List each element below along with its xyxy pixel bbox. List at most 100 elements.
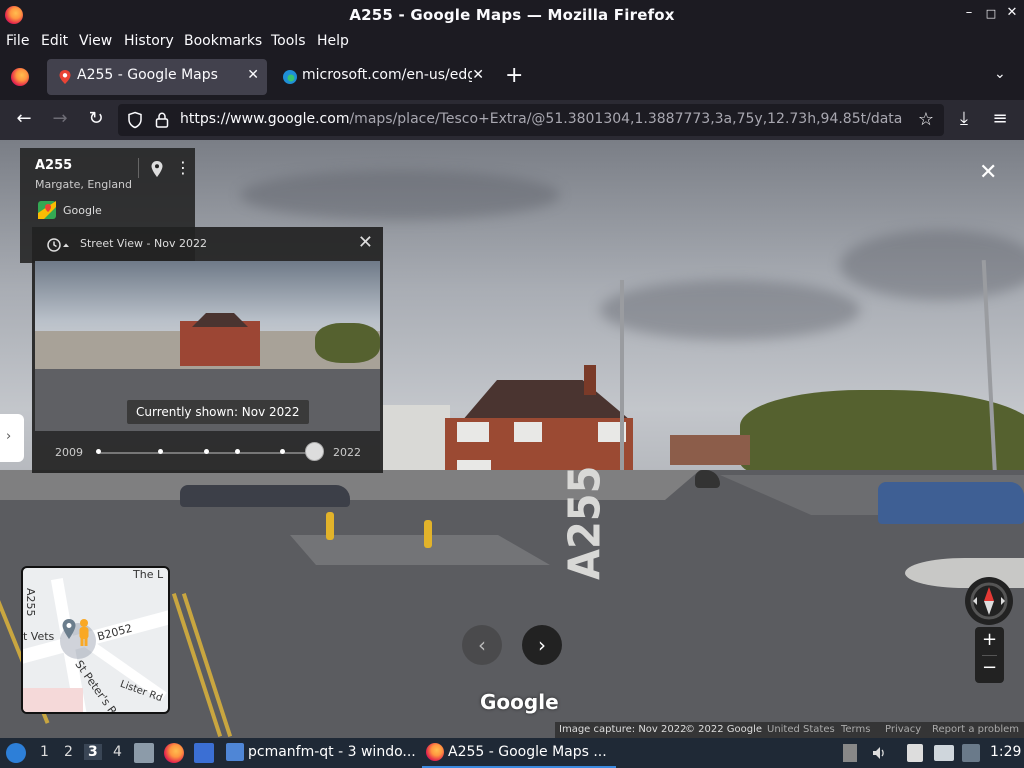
google-logo: Google bbox=[480, 690, 559, 714]
tab-close-button[interactable]: ✕ bbox=[472, 67, 484, 83]
compass-button[interactable] bbox=[965, 577, 1013, 625]
minimap[interactable]: The L A255 t Vets B2052 St Peter's R Lis… bbox=[21, 566, 170, 714]
tab-strip: A255 - Google Maps ✕ microsoft.com/en-us… bbox=[0, 54, 1024, 100]
start-menu-icon[interactable] bbox=[6, 743, 26, 763]
back-button[interactable]: ← bbox=[12, 108, 36, 129]
house-roof bbox=[462, 380, 630, 420]
firefox-icon bbox=[426, 743, 444, 761]
task-firefox[interactable]: A255 - Google Maps ... bbox=[422, 738, 616, 768]
desktop-icon[interactable] bbox=[194, 743, 214, 763]
menu-help[interactable]: Help bbox=[317, 33, 349, 49]
lamp-post bbox=[620, 280, 624, 495]
terms-link[interactable]: Terms bbox=[841, 724, 870, 735]
timeline-start-year: 2009 bbox=[55, 446, 83, 459]
task-label: pcmanfm-qt - 3 windo... bbox=[248, 744, 416, 760]
tracking-protection-shield-icon[interactable] bbox=[126, 111, 144, 129]
report-problem-link[interactable]: Report a problem bbox=[932, 724, 1019, 735]
menu-view[interactable]: View bbox=[79, 33, 112, 49]
thumbnail-red-house bbox=[180, 321, 260, 366]
lock-icon[interactable] bbox=[154, 111, 170, 129]
firefox-launcher-icon[interactable] bbox=[164, 743, 184, 763]
window bbox=[457, 422, 489, 442]
google-maps-icon bbox=[38, 201, 56, 219]
road-marking: A255 bbox=[560, 465, 611, 580]
new-tab-button[interactable]: + bbox=[505, 63, 523, 88]
volume-icon[interactable] bbox=[871, 745, 887, 761]
close-street-view-button[interactable]: ✕ bbox=[979, 160, 997, 185]
bookmark-star-icon[interactable]: ☆ bbox=[918, 109, 934, 130]
privacy-link[interactable]: Privacy bbox=[885, 724, 921, 735]
menu-tools[interactable]: Tools bbox=[271, 33, 306, 49]
navigation-toolbar: ← → ↻ https://www.google.com/maps/place/… bbox=[0, 100, 1024, 140]
timeline-slider-knob[interactable] bbox=[305, 442, 324, 461]
menu-history[interactable]: History bbox=[124, 33, 174, 49]
chevron-right-icon: › bbox=[6, 429, 12, 444]
forward-button[interactable]: → bbox=[48, 108, 72, 129]
map-label: The L bbox=[133, 568, 164, 581]
file-manager-icon[interactable] bbox=[134, 743, 154, 763]
thumbnail-trees bbox=[315, 323, 380, 363]
chimney bbox=[584, 365, 596, 395]
window-titlebar: A255 - Google Maps — Mozilla Firefox – □… bbox=[0, 0, 1024, 30]
map-label: B2052 bbox=[95, 621, 134, 644]
maximize-button[interactable]: □ bbox=[982, 7, 1000, 20]
downloads-button[interactable]: ⤓ bbox=[952, 108, 976, 129]
workspace-3[interactable]: 3 bbox=[84, 744, 102, 760]
map-area bbox=[23, 688, 83, 712]
cloud bbox=[600, 280, 860, 340]
menu-bookmarks[interactable]: Bookmarks bbox=[184, 33, 262, 49]
place-region: Margate, England bbox=[35, 178, 133, 191]
tab-close-button[interactable]: ✕ bbox=[247, 67, 259, 83]
clock[interactable]: 1:29 bbox=[990, 744, 1021, 760]
menu-bar: File Edit View History Bookmarks Tools H… bbox=[0, 30, 1024, 54]
thumbnail-roof bbox=[192, 313, 248, 327]
minimize-button[interactable]: – bbox=[960, 5, 978, 20]
expand-side-panel-button[interactable]: › bbox=[0, 414, 24, 462]
next-photo-button[interactable]: › bbox=[522, 625, 562, 665]
cloud bbox=[840, 230, 1024, 300]
workspace-4[interactable]: 4 bbox=[113, 744, 122, 760]
tab-label: A255 - Google Maps bbox=[77, 67, 218, 83]
clipboard-icon[interactable] bbox=[907, 744, 923, 762]
list-all-tabs-button[interactable]: ⌄ bbox=[994, 66, 1006, 82]
network-icon[interactable] bbox=[934, 745, 954, 761]
map-label: t Vets bbox=[23, 630, 55, 643]
menu-edit[interactable]: Edit bbox=[41, 33, 68, 49]
app-menu-button[interactable]: ≡ bbox=[988, 108, 1012, 129]
updates-icon[interactable] bbox=[843, 744, 857, 762]
menu-file[interactable]: File bbox=[6, 33, 29, 49]
location-pin-icon[interactable] bbox=[150, 160, 164, 178]
workspace-2[interactable]: 2 bbox=[64, 744, 73, 760]
more-options-icon[interactable]: ⋮ bbox=[175, 158, 191, 177]
place-name[interactable]: A255 bbox=[35, 158, 72, 173]
zoom-out-button[interactable]: − bbox=[975, 657, 1004, 678]
divider bbox=[138, 158, 139, 178]
timeline-tick[interactable] bbox=[204, 449, 209, 454]
url-text[interactable]: https://www.google.com/maps/place/Tesco+… bbox=[180, 111, 902, 127]
history-clock-icon[interactable] bbox=[46, 237, 72, 253]
tab-label: microsoft.com/en-us/edg bbox=[302, 67, 472, 83]
timeline-tick[interactable] bbox=[235, 449, 240, 454]
timeline-tick[interactable] bbox=[96, 449, 101, 454]
map-label: A255 bbox=[24, 588, 37, 617]
firefox-view-icon[interactable] bbox=[11, 68, 29, 86]
tab-microsoft[interactable]: microsoft.com/en-us/edg ✕ bbox=[272, 59, 492, 95]
zoom-controls: + − bbox=[975, 627, 1004, 683]
timeline-tick[interactable] bbox=[158, 449, 163, 454]
close-time-travel-button[interactable]: ✕ bbox=[358, 232, 373, 253]
parked-cars bbox=[180, 485, 350, 507]
reload-button[interactable]: ↻ bbox=[84, 108, 108, 129]
notification-icon[interactable] bbox=[962, 744, 980, 762]
previous-photo-button[interactable]: ‹ bbox=[462, 625, 502, 665]
zoom-in-button[interactable]: + bbox=[975, 629, 1004, 650]
tab-google-maps[interactable]: A255 - Google Maps ✕ bbox=[47, 59, 267, 95]
close-window-button[interactable]: ✕ bbox=[1003, 5, 1021, 20]
country-link[interactable]: United States bbox=[767, 724, 835, 735]
timeline-tick[interactable] bbox=[280, 449, 285, 454]
workspace-1[interactable]: 1 bbox=[40, 744, 49, 760]
time-travel-title: Street View - Nov 2022 bbox=[80, 237, 207, 250]
task-pcmanfm[interactable]: pcmanfm-qt - 3 windo... bbox=[222, 738, 418, 768]
pegman-icon[interactable] bbox=[76, 618, 92, 648]
url-bar[interactable]: https://www.google.com/maps/place/Tesco+… bbox=[118, 104, 944, 136]
timeline-end-year: 2022 bbox=[333, 446, 361, 459]
